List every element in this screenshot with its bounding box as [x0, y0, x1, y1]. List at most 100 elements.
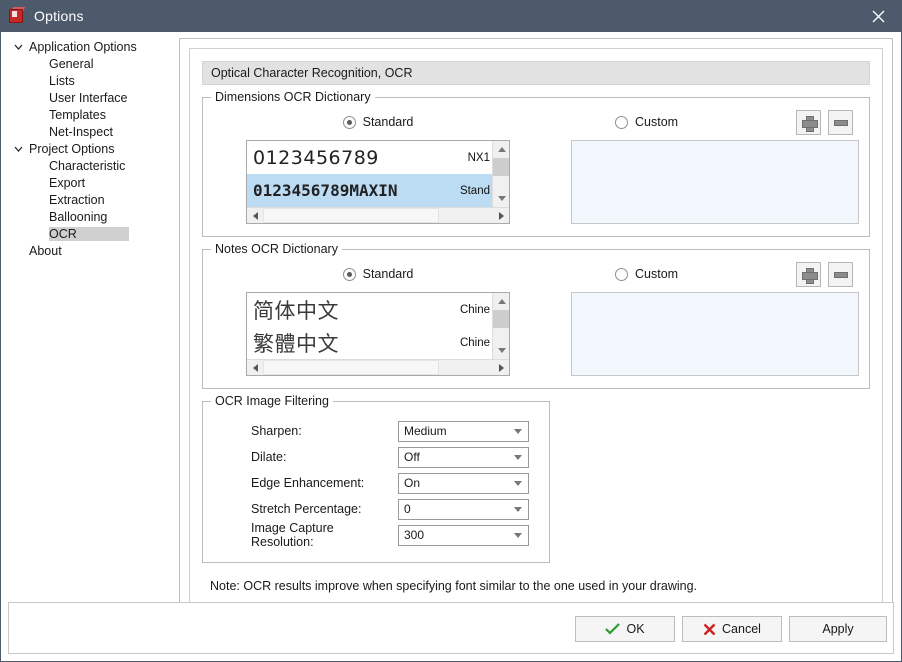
sidebar-item-about[interactable]: About — [1, 242, 173, 259]
dilate-dropdown[interactable]: Off — [398, 446, 529, 468]
scroll-left-icon[interactable] — [247, 208, 263, 223]
sidebar-item-label: Application Options — [29, 39, 137, 54]
sidebar-item-export[interactable]: Export — [1, 174, 173, 191]
sidebar-item-templates[interactable]: Templates — [1, 106, 173, 123]
radio-custom-icon[interactable] — [615, 115, 628, 129]
sidebar-item-label: Project Options — [29, 141, 115, 156]
window-title: Options — [34, 8, 84, 24]
chevron-down-icon[interactable] — [514, 422, 522, 441]
ok-button-label: OK — [626, 622, 645, 636]
chevron-down-icon[interactable] — [514, 526, 522, 545]
dropdown-value: On — [404, 476, 421, 490]
list-item[interactable]: 繁體中文 Chine — [247, 326, 492, 359]
sharpen-dropdown[interactable]: Medium — [398, 420, 529, 442]
notes-ocr-dictionary-group: Notes OCR Dictionary Standard 简体中文 Chine… — [202, 242, 870, 389]
list-item[interactable]: 0123456789MAXIN Stand — [247, 174, 492, 207]
sidebar-item-net-inspect[interactable]: Net-Inspect — [1, 123, 173, 140]
sidebar-item-label: OCR — [49, 226, 129, 241]
scrollbar-thumb[interactable] — [263, 360, 439, 375]
ocr-note-text: Note: OCR results improve when specifyin… — [210, 579, 698, 593]
field-sharpen: Sharpen: Medium — [203, 418, 541, 444]
ok-button[interactable]: OK — [575, 616, 675, 642]
chevron-down-icon[interactable] — [514, 448, 522, 467]
sidebar-item-label: Extraction — [49, 192, 105, 207]
apply-button[interactable]: Apply — [789, 616, 887, 642]
notes-standard-listbox[interactable]: 简体中文 Chine 繁體中文 Chine — [246, 292, 510, 376]
sidebar-item-project-options[interactable]: Project Options — [1, 140, 173, 157]
cancel-button[interactable]: Cancel — [682, 616, 782, 642]
plus-icon — [801, 267, 818, 284]
group-title: OCR Image Filtering — [211, 394, 333, 408]
content-panel-inner: Optical Character Recognition, OCR Dimen… — [189, 48, 883, 624]
vertical-scrollbar[interactable] — [492, 293, 509, 359]
sidebar-item-label: Templates — [49, 107, 106, 122]
font-name: NX1 — [467, 151, 490, 164]
radio-custom-icon[interactable] — [615, 267, 628, 281]
font-sample: 简体中文 — [253, 299, 339, 323]
field-dilate: Dilate: Off — [203, 444, 541, 470]
add-dimension-font-button[interactable] — [796, 110, 821, 135]
image-capture-resolution-dropdown[interactable]: 300 — [398, 524, 529, 546]
sidebar-item-label: Net-Inspect — [49, 124, 113, 139]
scrollbar-track[interactable] — [493, 328, 509, 342]
sidebar-item-label: Ballooning — [49, 209, 108, 224]
chevron-down-icon[interactable] — [11, 146, 25, 152]
sidebar-item-ocr[interactable]: OCR — [1, 225, 173, 242]
close-icon[interactable] — [855, 0, 901, 32]
remove-notes-font-button[interactable] — [828, 262, 853, 287]
sidebar-item-application-options[interactable]: Application Options — [1, 38, 173, 55]
notes-standard-radio-row[interactable]: Standard — [213, 264, 543, 284]
sidebar-item-user-interface[interactable]: User Interface — [1, 89, 173, 106]
field-image-capture-resolution: Image Capture Resolution: 300 — [203, 521, 541, 549]
horizontal-scrollbar[interactable] — [247, 207, 509, 223]
scroll-right-icon[interactable] — [493, 360, 509, 375]
dimensions-standard-radio-row[interactable]: Standard — [213, 112, 543, 132]
dimensions-standard-listbox[interactable]: 0123456789 NX1 0123456789MAXIN Stand — [246, 140, 510, 224]
stretch-percentage-dropdown[interactable]: 0 — [398, 498, 529, 520]
radio-standard-icon[interactable] — [342, 267, 356, 281]
font-sample: 0123456789MAXIN — [253, 181, 398, 200]
sidebar-item-characteristic[interactable]: Characteristic — [1, 157, 173, 174]
sidebar-item-label: General — [49, 56, 94, 71]
options-dialog: Options Application Options General List… — [0, 0, 902, 662]
page-title: Optical Character Recognition, OCR — [202, 61, 870, 85]
chevron-down-icon[interactable] — [514, 474, 522, 493]
list-item[interactable]: 简体中文 Chine — [247, 293, 492, 326]
notes-custom-listbox[interactable] — [571, 292, 859, 376]
sidebar-item-label: About — [29, 243, 62, 258]
content-panel: Optical Character Recognition, OCR Dimen… — [179, 38, 893, 634]
group-title: Dimensions OCR Dictionary — [211, 90, 375, 104]
scroll-down-icon[interactable] — [493, 342, 509, 359]
scroll-up-icon[interactable] — [493, 141, 509, 158]
font-sample: 繁體中文 — [253, 332, 339, 356]
scroll-right-icon[interactable] — [493, 208, 509, 223]
scrollbar-thumb[interactable] — [263, 208, 439, 223]
sidebar-item-extraction[interactable]: Extraction — [1, 191, 173, 208]
vertical-scrollbar[interactable] — [492, 141, 509, 207]
plus-icon — [801, 115, 818, 132]
chevron-down-icon[interactable] — [11, 44, 25, 50]
sidebar-item-general[interactable]: General — [1, 55, 173, 72]
ocr-image-filtering-group: OCR Image Filtering Sharpen: Medium Dila… — [202, 394, 550, 563]
radio-standard-icon[interactable] — [342, 115, 356, 129]
chevron-down-icon[interactable] — [514, 500, 522, 519]
x-icon — [703, 623, 716, 635]
scrollbar-thumb[interactable] — [493, 158, 509, 176]
list-item[interactable]: 0123456789 NX1 — [247, 141, 492, 174]
add-notes-font-button[interactable] — [796, 262, 821, 287]
scrollbar-thumb[interactable] — [493, 310, 509, 328]
sidebar-item-ballooning[interactable]: Ballooning — [1, 208, 173, 225]
cancel-button-label: Cancel — [722, 622, 761, 636]
scroll-down-icon[interactable] — [493, 190, 509, 207]
dimensions-custom-listbox[interactable] — [571, 140, 859, 224]
group-title: Notes OCR Dictionary — [211, 242, 342, 256]
edge-enhancement-dropdown[interactable]: On — [398, 472, 529, 494]
sidebar-item-lists[interactable]: Lists — [1, 72, 173, 89]
scroll-up-icon[interactable] — [493, 293, 509, 310]
scroll-left-icon[interactable] — [247, 360, 263, 375]
horizontal-scrollbar[interactable] — [247, 359, 509, 375]
scrollbar-track[interactable] — [493, 176, 509, 190]
sidebar-item-label: Characteristic — [49, 158, 126, 173]
remove-dimension-font-button[interactable] — [828, 110, 853, 135]
font-name: Chine — [459, 336, 490, 349]
